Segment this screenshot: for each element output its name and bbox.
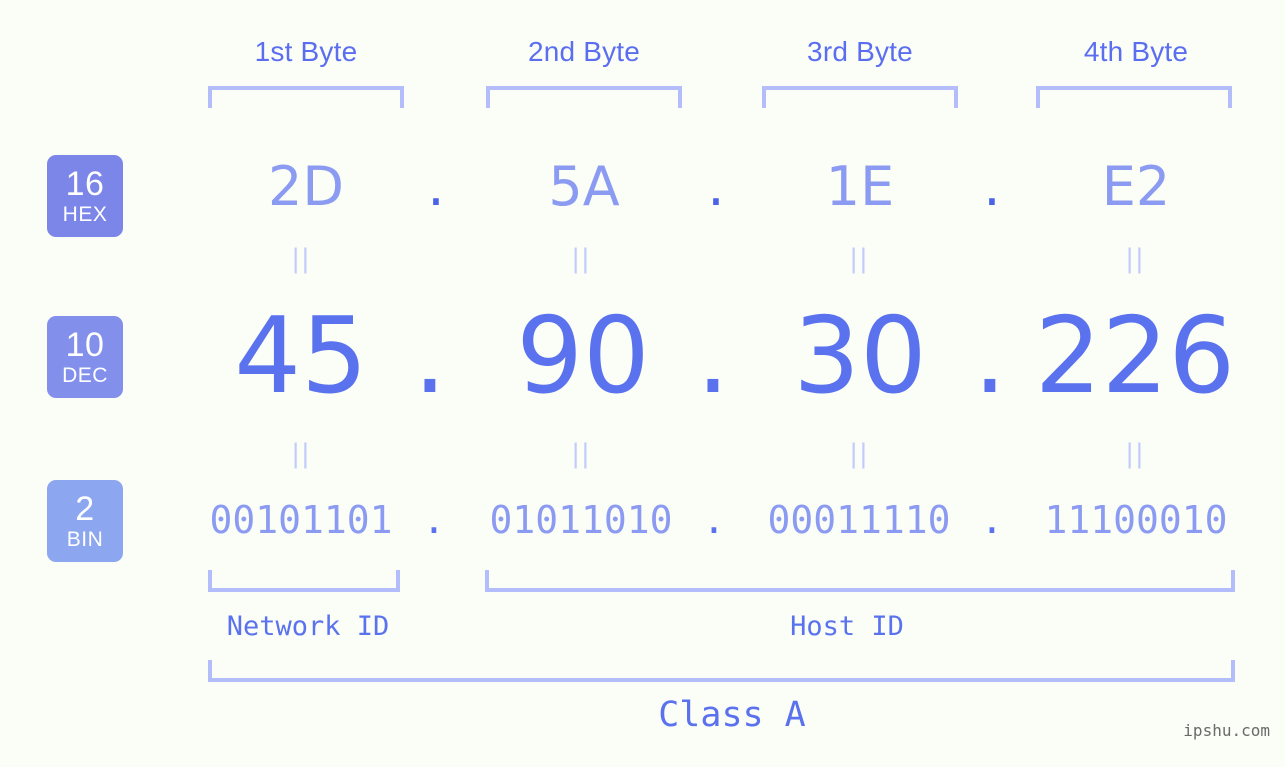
class-bracket	[208, 660, 1235, 682]
equals-mark-hex-dec-4: ||	[1125, 244, 1145, 274]
equals-mark-hex-dec-2: ||	[571, 244, 591, 274]
radix-badge-dec-unit: DEC	[62, 364, 108, 387]
bin-byte-2: 01011010	[489, 498, 673, 542]
hex-separator-1: .	[427, 155, 445, 218]
host-id-label: Host ID	[790, 611, 904, 642]
radix-badge-hex: 16 HEX	[47, 155, 123, 237]
bin-byte-1: 00101101	[209, 498, 393, 542]
byte-bracket-top-4	[1036, 86, 1232, 108]
equals-mark-dec-bin-1: ||	[291, 439, 311, 469]
byte-bracket-top-1	[208, 86, 404, 108]
radix-badge-bin: 2 BIN	[47, 480, 123, 562]
equals-mark-hex-dec-1: ||	[291, 244, 311, 274]
watermark: ipshu.com	[1183, 721, 1270, 740]
dec-byte-2: 90	[516, 295, 650, 417]
dec-separator-3: .	[973, 295, 1007, 417]
equals-mark-dec-bin-3: ||	[849, 439, 869, 469]
equals-mark-dec-bin-2: ||	[571, 439, 591, 469]
hex-separator-3: .	[983, 155, 1001, 218]
byte-bracket-top-2	[486, 86, 682, 108]
hex-byte-3: 1E	[825, 155, 895, 218]
byte-header-1: 1st Byte	[254, 36, 358, 67]
hex-byte-1: 2D	[268, 155, 344, 218]
byte-header-4: 4th Byte	[1083, 36, 1189, 67]
host-id-bracket	[485, 570, 1235, 592]
equals-mark-dec-bin-4: ||	[1125, 439, 1145, 469]
byte-header-2: 2nd Byte	[527, 36, 641, 67]
radix-badge-hex-number: 16	[65, 165, 105, 203]
radix-badge-hex-unit: HEX	[62, 203, 108, 226]
bin-byte-3: 00011110	[767, 498, 951, 542]
bin-separator-1: .	[422, 498, 446, 542]
radix-badge-bin-unit: BIN	[66, 528, 104, 551]
radix-badge-dec-number: 10	[65, 326, 105, 364]
class-label: Class A	[658, 695, 806, 735]
dec-byte-1: 45	[234, 295, 368, 417]
byte-header-3: 3rd Byte	[807, 36, 913, 67]
ip-breakdown-diagram: 1st Byte 2nd Byte 3rd Byte 4th Byte 16 H…	[0, 0, 1285, 767]
dec-byte-3: 30	[793, 295, 927, 417]
bin-byte-4: 11100010	[1044, 498, 1228, 542]
byte-bracket-top-3	[762, 86, 958, 108]
hex-separator-2: .	[707, 155, 725, 218]
network-id-label: Network ID	[226, 611, 390, 642]
hex-byte-4: E2	[1101, 155, 1171, 218]
radix-badge-dec: 10 DEC	[47, 316, 123, 398]
dec-byte-4: 226	[1034, 295, 1236, 417]
dec-separator-2: .	[696, 295, 730, 417]
equals-mark-hex-dec-3: ||	[849, 244, 869, 274]
radix-badge-bin-number: 2	[75, 490, 95, 528]
network-id-bracket	[208, 570, 400, 592]
bin-separator-2: .	[702, 498, 726, 542]
bin-separator-3: .	[980, 498, 1004, 542]
hex-byte-2: 5A	[548, 155, 620, 218]
dec-separator-1: .	[413, 295, 447, 417]
